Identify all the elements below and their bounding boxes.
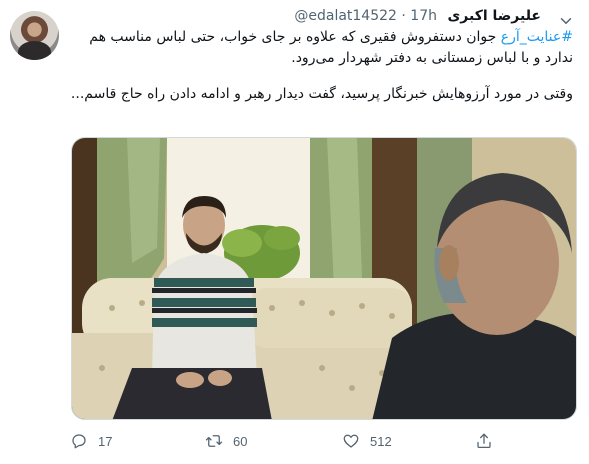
tweet-time[interactable]: 17h [410,8,437,24]
photo-scene [72,138,576,419]
tweet-meta: @edalat14522 · 17h [294,8,437,24]
like-button[interactable]: 512 [342,430,392,452]
tweet-header: علیرضا اکبری @edalat14522 · 17h [294,8,541,24]
author-name[interactable]: علیرضا اکبری [447,8,541,24]
hashtag-link[interactable]: #عنایت_آرع [501,29,573,45]
tweet-paragraph-1: #عنایت_آرع جوان دستفروش فقیری که علاوه ب… [70,27,573,68]
tweet-paragraph-2: وقتی در مورد آرزوهایش خبرنگار پرسید، گفت… [70,86,573,102]
retweet-icon [205,435,223,447]
avatar[interactable] [10,11,59,60]
retweet-count: 60 [233,433,248,449]
share-button[interactable] [475,430,503,452]
retweet-button[interactable]: 60 [205,430,247,452]
like-icon [343,434,359,448]
share-icon [477,433,491,449]
reply-button[interactable]: 17 [70,430,112,452]
author-handle[interactable]: @edalat14522 [294,8,397,24]
tweet-actions: 17 60 512 [70,430,491,452]
reply-count: 17 [98,433,113,449]
reply-icon [72,434,86,449]
tweet-photo[interactable] [71,137,577,420]
meta-separator: · [401,8,406,24]
tweet-card[interactable]: علیرضا اکبری @edalat14522 · 17h #عنایت_آ… [0,0,589,464]
tweet-text: #عنایت_آرع جوان دستفروش فقیری که علاوه ب… [70,27,573,105]
like-count: 512 [370,433,392,449]
